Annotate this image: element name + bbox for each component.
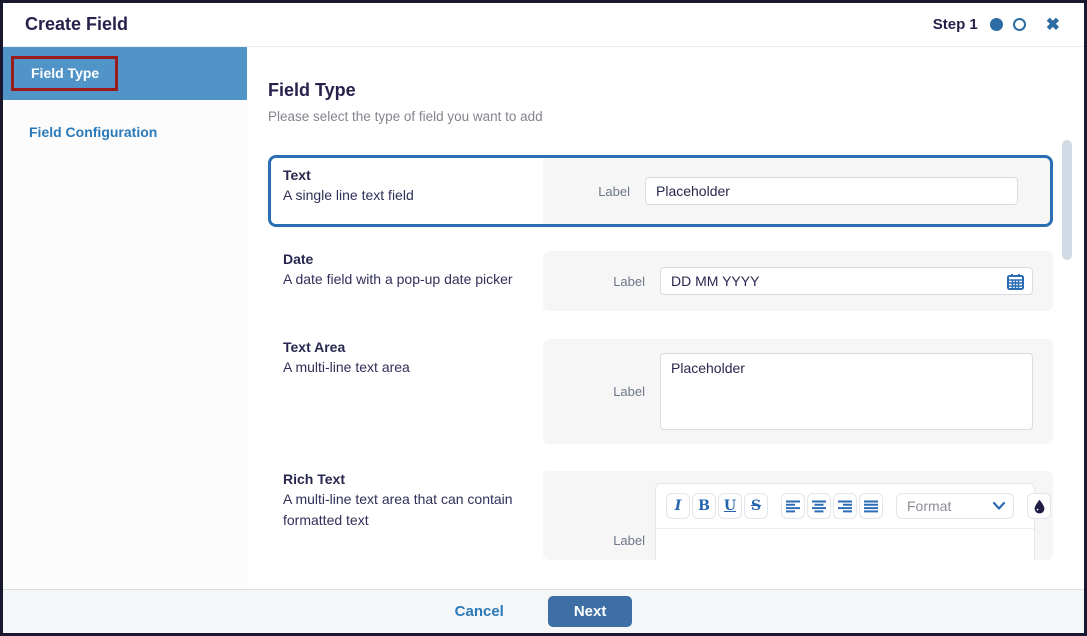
align-right-button[interactable] xyxy=(833,493,857,519)
align-left-button[interactable] xyxy=(781,493,805,519)
scrollbar-thumb[interactable] xyxy=(1062,140,1072,260)
option-text[interactable]: Text A single line text field Label Plac… xyxy=(268,155,1053,227)
italic-button[interactable]: I xyxy=(666,493,690,519)
align-center-icon xyxy=(812,500,827,513)
strikethrough-button[interactable]: S xyxy=(744,493,768,519)
dialog-header: Create Field Step 1 ✖ xyxy=(3,3,1084,47)
page-subtitle: Please select the type of field you want… xyxy=(268,109,543,124)
text-label-input[interactable]: Placeholder xyxy=(645,177,1018,205)
align-right-icon xyxy=(838,500,853,513)
chevron-down-icon xyxy=(993,502,1005,510)
next-button[interactable]: Next xyxy=(548,596,633,627)
create-field-dialog: Create Field Step 1 ✖ Field Type Field C… xyxy=(0,0,1087,636)
date-label-input[interactable]: DD MM YYYY xyxy=(660,267,1033,295)
page-title: Field Type xyxy=(268,80,356,101)
align-justify-button[interactable] xyxy=(859,493,883,519)
sidebar: Field Type Field Configuration xyxy=(3,47,247,589)
main-panel: Field Type Please select the type of fie… xyxy=(247,47,1084,589)
annotation-highlight-box: Field Type xyxy=(11,56,118,91)
label-caption: Label xyxy=(543,184,630,199)
rich-text-editor[interactable]: I B U S xyxy=(655,483,1035,560)
sidebar-item-label: Field Type xyxy=(31,65,99,81)
droplet-icon xyxy=(1033,499,1046,514)
bold-icon: B xyxy=(698,499,710,513)
option-date-info: Date A date field with a pop-up date pic… xyxy=(283,249,541,290)
format-dropdown-value: Format xyxy=(907,498,993,514)
option-description: A date field with a pop-up date picker xyxy=(283,269,541,290)
text-color-button[interactable] xyxy=(1027,493,1051,519)
step-label: Step 1 xyxy=(933,16,978,33)
underline-button[interactable]: U xyxy=(718,493,742,519)
option-title: Text xyxy=(283,165,543,185)
align-justify-icon xyxy=(864,500,879,513)
align-button-group xyxy=(781,493,883,519)
option-rich-text[interactable]: Label I B U S xyxy=(543,471,1053,560)
strikethrough-icon: S xyxy=(751,499,761,513)
option-description: A multi-line text area xyxy=(283,357,541,378)
date-placeholder-text: DD MM YYYY xyxy=(671,273,759,289)
format-dropdown[interactable]: Format xyxy=(896,493,1014,519)
option-title: Text Area xyxy=(283,337,541,357)
italic-icon: I xyxy=(675,499,682,513)
close-icon[interactable]: ✖ xyxy=(1046,16,1060,33)
sidebar-item-field-configuration[interactable]: Field Configuration xyxy=(3,100,247,140)
cancel-button[interactable]: Cancel xyxy=(455,603,504,620)
align-left-icon xyxy=(786,500,801,513)
underline-icon: U xyxy=(724,499,736,513)
option-text-area[interactable]: Label Placeholder xyxy=(543,339,1053,444)
label-caption: Label xyxy=(543,274,645,289)
option-text-info: Text A single line text field xyxy=(271,158,543,224)
step-dot-1-filled xyxy=(990,18,1003,31)
align-center-button[interactable] xyxy=(807,493,831,519)
textarea-label-input[interactable]: Placeholder xyxy=(660,353,1033,430)
option-text-preview: Label Placeholder xyxy=(543,158,1050,224)
dialog-footer: Cancel Next xyxy=(3,589,1084,633)
calendar-icon[interactable] xyxy=(1007,273,1024,293)
step-dot-2-empty xyxy=(1013,18,1026,31)
dialog-title: Create Field xyxy=(3,14,128,35)
format-button-group: I B U S xyxy=(666,493,768,519)
option-title: Date xyxy=(283,249,541,269)
dialog-body: Field Type Field Configuration Field Typ… xyxy=(3,47,1084,589)
label-caption: Label xyxy=(543,384,645,399)
sidebar-item-field-type[interactable]: Field Type xyxy=(3,47,247,100)
step-indicator: Step 1 ✖ xyxy=(933,16,1084,33)
option-title: Rich Text xyxy=(283,469,541,489)
option-description: A multi-line text area that can contain … xyxy=(283,489,541,531)
rich-text-toolbar: I B U S xyxy=(656,484,1034,529)
option-text-area-info: Text Area A multi-line text area xyxy=(283,337,541,378)
bold-button[interactable]: B xyxy=(692,493,716,519)
option-description: A single line text field xyxy=(283,185,543,206)
option-rich-text-info: Rich Text A multi-line text area that ca… xyxy=(283,469,541,531)
label-caption: Label xyxy=(543,533,645,548)
option-date[interactable]: Label DD MM YYYY xyxy=(543,251,1053,311)
